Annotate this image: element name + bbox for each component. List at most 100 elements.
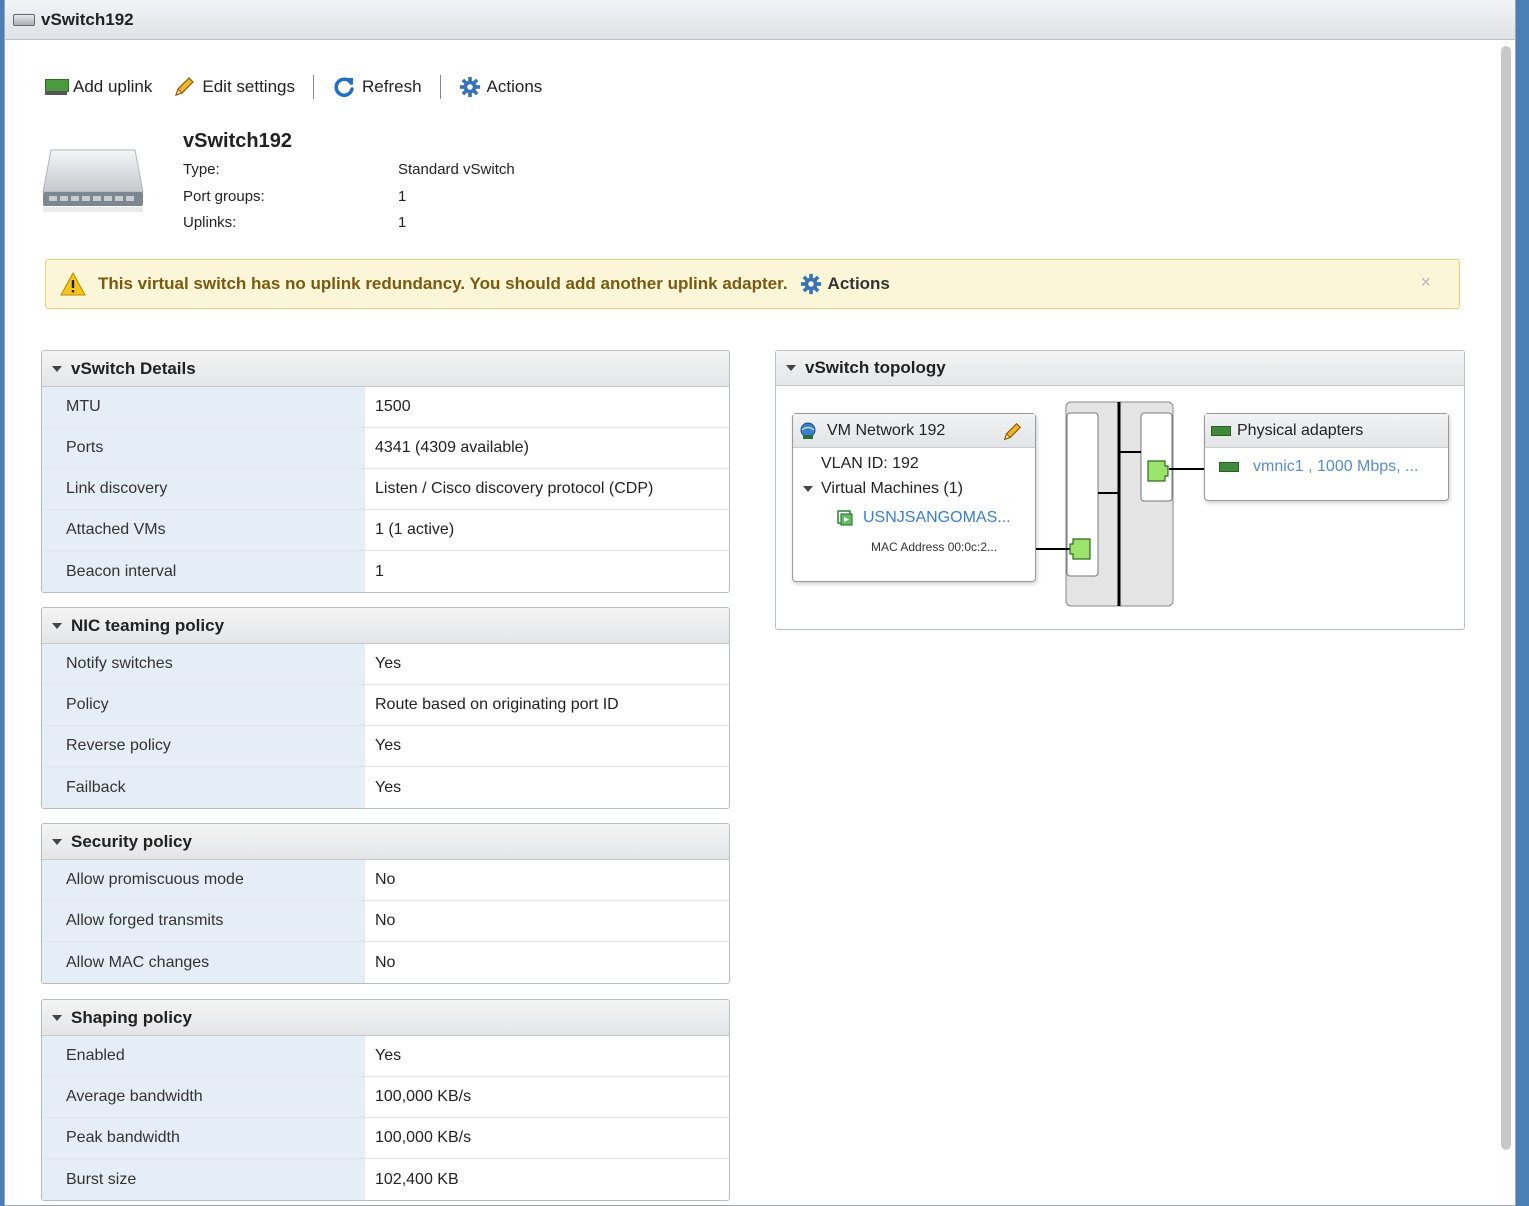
- vswitch-topology-panel: vSwitch topology VM Network 192 VLAN ID:…: [775, 350, 1465, 630]
- vlan-id: VLAN ID: 192: [821, 455, 919, 472]
- row-label: Beacon interval: [42, 551, 365, 592]
- row-label: Reverse policy: [42, 726, 365, 766]
- table-row: Allow forged transmits No: [42, 901, 729, 942]
- uplinks-label: Uplinks:: [183, 214, 237, 231]
- gear-icon: [800, 273, 821, 295]
- uplink-port-icon: [1147, 460, 1169, 482]
- row-label: Allow forged transmits: [42, 901, 365, 941]
- panel-title: Shaping policy: [71, 1007, 192, 1027]
- warning-icon: [60, 272, 86, 296]
- vmnic-link[interactable]: vmnic1 , 1000 Mbps, ...: [1219, 458, 1418, 476]
- table-row: Beacon interval 1: [42, 551, 729, 592]
- shaping-policy-header[interactable]: Shaping policy: [42, 1000, 729, 1036]
- physical-adapters-header: Physical adapters: [1205, 414, 1448, 448]
- row-value: 4341 (4309 available): [375, 439, 529, 456]
- toolbar-separator: [439, 75, 441, 99]
- vm-link[interactable]: USNJSANGOMAS...: [835, 508, 1011, 528]
- table-row: Average bandwidth 100,000 KB/s: [42, 1077, 729, 1118]
- row-label: Link discovery: [42, 469, 365, 509]
- row-value: Yes: [375, 778, 402, 796]
- table-row: Peak bandwidth 100,000 KB/s: [42, 1118, 729, 1159]
- port-groups-label: Port groups:: [183, 188, 265, 205]
- toolbar: Add uplink Edit settings Refresh Actions: [45, 72, 542, 102]
- warning-message: This virtual switch has no uplink redund…: [98, 274, 788, 293]
- row-value: No: [375, 912, 396, 929]
- vm-name: USNJSANGOMAS...: [863, 509, 1011, 526]
- port-group-port-icon: [1069, 538, 1091, 560]
- pencil-icon[interactable]: [1001, 421, 1023, 443]
- row-label: Average bandwidth: [42, 1077, 365, 1117]
- uplinks-value: 1: [398, 214, 407, 231]
- chevron-down-icon: [52, 365, 62, 372]
- row-value: 1: [375, 562, 384, 580]
- network-globe-icon: [800, 422, 816, 439]
- row-value: 1500: [375, 398, 411, 415]
- row-label: Enabled: [42, 1036, 365, 1076]
- row-label: Peak bandwidth: [42, 1118, 365, 1158]
- row-label: Ports: [42, 428, 365, 468]
- row-value: Yes: [375, 737, 402, 754]
- edit-settings-button[interactable]: Edit settings: [172, 75, 295, 99]
- adapter-name: vmnic1 , 1000 Mbps, ...: [1253, 458, 1419, 475]
- table-row: MTU 1500: [42, 387, 729, 428]
- add-uplink-button[interactable]: Add uplink: [45, 77, 152, 97]
- window-title: vSwitch192: [41, 9, 134, 29]
- row-value: 100,000 KB/s: [375, 1129, 472, 1146]
- row-label: Policy: [42, 685, 365, 725]
- row-value: Listen / Cisco discovery protocol (CDP): [375, 480, 654, 497]
- virtual-machines-toggle[interactable]: Virtual Machines (1): [803, 480, 963, 498]
- row-label: Attached VMs: [42, 510, 365, 550]
- row-value: 102,400 KB: [375, 1170, 459, 1188]
- chevron-down-icon: [803, 486, 813, 492]
- vswitch-details-panel: vSwitch Details MTU 1500 Ports 4341 (4309 …: [41, 350, 730, 593]
- physical-adapters-box: Physical adapters vmnic1 , 1000 Mbps, ..…: [1204, 413, 1449, 501]
- vm-icon: [837, 510, 853, 526]
- vswitch-details-header[interactable]: vSwitch Details: [42, 351, 729, 387]
- table-row: Reverse policy Yes: [42, 726, 729, 767]
- actions-button[interactable]: Actions: [459, 76, 543, 98]
- switch-name: vSwitch192: [183, 130, 292, 152]
- vertical-scrollbar[interactable]: [1501, 46, 1511, 1150]
- row-value: 1 (1 active): [375, 521, 455, 538]
- window-titlebar: vSwitch192: [5, 0, 1515, 40]
- actions-label: Actions: [486, 77, 543, 96]
- warning-actions-button[interactable]: Actions: [800, 273, 890, 295]
- port-group-header: VM Network 192: [793, 414, 1035, 448]
- row-label: Allow promiscuous mode: [42, 860, 365, 900]
- refresh-icon: [334, 77, 354, 97]
- uplink-slot: [1140, 412, 1173, 502]
- nic-teaming-header[interactable]: NIC teaming policy: [42, 608, 729, 644]
- vswitch-window: vSwitch192 Add uplink Edit settings Refr…: [4, 0, 1516, 1206]
- toolbar-separator: [313, 75, 314, 99]
- panel-title: NIC teaming policy: [71, 615, 225, 635]
- table-row: Policy Route based on originating port ID: [42, 685, 729, 726]
- uplink-icon: [45, 79, 69, 95]
- nic-icon: [1211, 425, 1231, 436]
- port-group-box: VM Network 192 VLAN ID: 192 Virtual Mach…: [792, 413, 1036, 582]
- row-value: Yes: [375, 1047, 402, 1064]
- port-group-name: VM Network 192: [827, 421, 946, 439]
- type-label: Type:: [183, 161, 220, 178]
- switch-summary: vSwitch192 Type: Standard vSwitch Port g…: [41, 128, 641, 238]
- refresh-label: Refresh: [362, 77, 422, 96]
- nic-icon: [1219, 462, 1239, 472]
- table-row: Allow promiscuous mode No: [42, 860, 729, 901]
- row-value: Yes: [375, 655, 402, 672]
- type-value: Standard vSwitch: [398, 161, 515, 178]
- nic-teaming-panel: NIC teaming policy Notify switches Yes Po…: [41, 607, 730, 809]
- physical-adapters-title: Physical adapters: [1237, 421, 1364, 439]
- row-label: MTU: [42, 387, 365, 427]
- table-row: Enabled Yes: [42, 1036, 729, 1077]
- switch-device-icon: [42, 149, 144, 212]
- redundancy-warning: This virtual switch has no uplink redund…: [45, 259, 1460, 309]
- close-icon[interactable]: ×: [1420, 272, 1431, 293]
- row-label: Failback: [42, 767, 365, 808]
- refresh-button[interactable]: Refresh: [332, 75, 422, 99]
- gear-icon: [459, 76, 480, 98]
- mac-address: MAC Address 00:0c:2...: [871, 540, 998, 554]
- row-label: Allow MAC changes: [42, 942, 365, 983]
- security-policy-header[interactable]: Security policy: [42, 824, 729, 860]
- panel-title: vSwitch Details: [71, 358, 196, 378]
- warning-actions-label: Actions: [827, 274, 890, 293]
- pencil-icon: [175, 77, 195, 96]
